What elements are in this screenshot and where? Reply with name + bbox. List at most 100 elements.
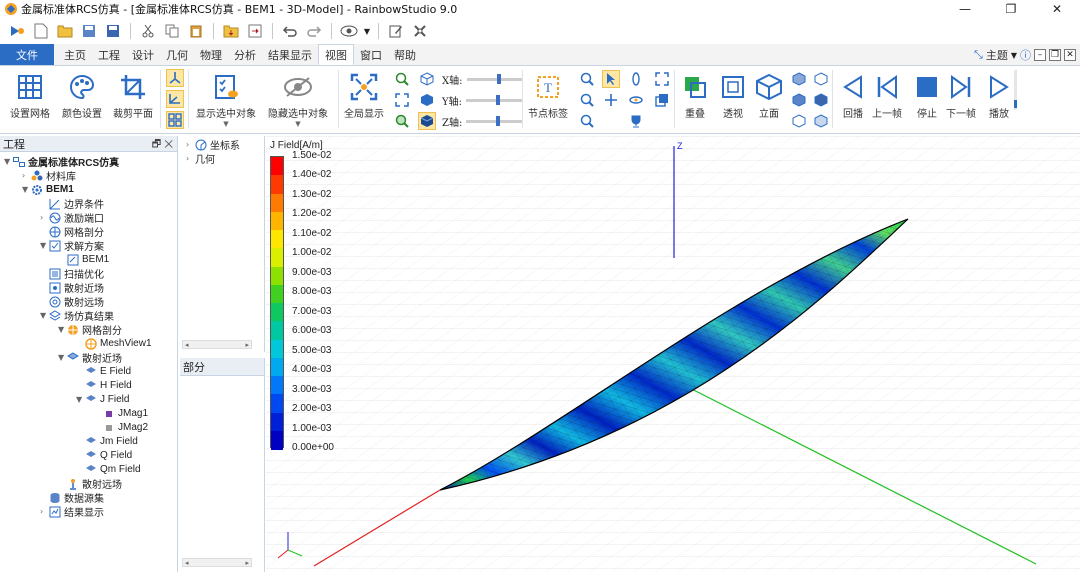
tree-node-q-field[interactable]: Q Field — [76, 449, 132, 462]
fullscreen-icon[interactable] — [653, 70, 671, 88]
copy-icon[interactable] — [161, 20, 183, 42]
solid-cube-icon[interactable] — [418, 91, 436, 109]
tree-node-meshview1[interactable]: MeshView1 — [76, 337, 152, 350]
close-button[interactable]: ✕ — [1034, 0, 1080, 18]
tree-node-jmag1[interactable]: JMag1 — [94, 407, 148, 420]
tab-project[interactable]: 工程 — [92, 44, 126, 65]
theme-dropdown-icon[interactable]: ▼ — [1011, 51, 1017, 60]
tree-node-e-field[interactable]: E Field — [76, 365, 131, 378]
3d-viewport[interactable]: Z J Field[A/m] 1.50e-02 1.40e-02 1.30e-02 1… — [266, 136, 1080, 572]
pan-icon[interactable] — [602, 91, 620, 109]
playback-button[interactable]: 回播 — [838, 72, 868, 120]
tree-node-bem1-sub[interactable]: BEM1 — [58, 253, 109, 266]
cut-icon[interactable] — [137, 20, 159, 42]
select-pointer-icon[interactable] — [602, 70, 620, 88]
stop-button[interactable]: 停止 — [912, 72, 942, 120]
y-axis-slider[interactable] — [465, 95, 522, 105]
find-face-icon[interactable] — [578, 112, 596, 130]
tree-node-scatter-near[interactable]: 散射近场 — [40, 281, 104, 295]
theme-label[interactable]: 主题 — [986, 47, 1008, 63]
settings-icon[interactable] — [409, 20, 431, 42]
quad-view-icon[interactable] — [166, 111, 184, 129]
ribbon-scrollbar[interactable] — [1014, 70, 1017, 110]
export-icon[interactable] — [244, 20, 266, 42]
tree-node-qm-field[interactable]: Qm Field — [76, 463, 141, 476]
fit-all-button[interactable]: 全局显示 — [344, 72, 384, 120]
tree-node-mesh-result[interactable]: ▼ 网格剖分 — [58, 323, 122, 337]
tree-node-scatter-far[interactable]: 散射远场 — [40, 295, 104, 309]
find-edge-icon[interactable] — [578, 91, 596, 109]
tree-node-results-display[interactable]: › 结果显示 — [40, 505, 104, 519]
scene-canvas[interactable]: Z — [266, 136, 1080, 572]
close-doc-button[interactable]: ✕ — [1064, 49, 1076, 61]
info-icon[interactable]: ⓘ — [1020, 47, 1031, 63]
restore-button[interactable]: ❐ — [988, 0, 1034, 18]
tab-window[interactable]: 窗口 — [354, 44, 388, 65]
play-button[interactable]: 播放 — [984, 72, 1014, 120]
tree-node-material-lib[interactable]: › 材料库 — [22, 169, 76, 183]
tab-home[interactable]: 主页 — [58, 44, 92, 65]
tree-node-j-field[interactable]: ▼ J Field — [76, 393, 129, 406]
edit-icon[interactable] — [385, 20, 407, 42]
tab-design[interactable]: 设计 — [126, 44, 160, 65]
wireframe-cube-icon[interactable] — [418, 70, 436, 88]
tab-physics[interactable]: 物理 — [194, 44, 228, 65]
min-doc-button[interactable]: – — [1034, 49, 1046, 61]
tree-node-h-field[interactable]: H Field — [76, 379, 132, 392]
part-panel-scrollbar[interactable]: ◂ ▸ — [182, 558, 252, 567]
paste-icon[interactable] — [185, 20, 207, 42]
tree-node-field-results[interactable]: ▼ 场仿真结果 — [40, 309, 114, 323]
overlap-button[interactable]: 重叠 — [680, 72, 710, 120]
clip-plane-button[interactable]: 裁剪平面 — [113, 72, 153, 120]
z-axis-slider[interactable] — [466, 116, 523, 126]
save-all-icon[interactable] — [102, 20, 124, 42]
rotate-icon[interactable] — [627, 70, 645, 88]
view-right-icon[interactable] — [812, 70, 830, 88]
view-left-icon[interactable] — [790, 112, 808, 130]
trophy-icon[interactable] — [627, 112, 645, 130]
redo-icon[interactable] — [303, 20, 325, 42]
view-icon[interactable] — [338, 20, 360, 42]
tree-node-coordinate-system[interactable]: › 坐标系 — [186, 138, 240, 152]
collapse-ribbon-icon[interactable]: ⤡ — [974, 48, 983, 62]
tab-file[interactable]: 文件 — [0, 44, 54, 65]
find-node-icon[interactable] — [578, 70, 596, 88]
tab-help[interactable]: 帮助 — [388, 44, 422, 65]
tree-node-excitation[interactable]: › 激励端口 — [40, 211, 104, 225]
tree-node-near-field[interactable]: ▼ 散射近场 — [58, 351, 122, 365]
tab-view[interactable]: 视图 — [318, 44, 354, 65]
perspective-button[interactable]: 透视 — [718, 72, 748, 120]
x-axis-slider[interactable] — [466, 74, 523, 84]
tab-geometry[interactable]: 几何 — [160, 44, 194, 65]
elevation-button[interactable]: 立面 — [754, 72, 784, 120]
color-settings-button[interactable]: 颜色设置 — [62, 72, 102, 120]
shaded-cube-icon[interactable] — [418, 112, 436, 130]
tree-node-jmag2[interactable]: JMag2 — [94, 421, 148, 434]
coord-panel-scrollbar[interactable]: ◂ ▸ — [182, 340, 252, 349]
tree-node-far-field[interactable]: 散射远场 — [58, 477, 122, 491]
tree-node-boundary[interactable]: 边界条件 — [40, 197, 104, 211]
panel-pin-close-icon[interactable]: 🗗 ✕ — [152, 137, 173, 154]
dropdown-arrow-icon[interactable]: ▼ — [362, 20, 372, 42]
zoom-window-icon[interactable] — [393, 70, 411, 88]
tree-node-geometry[interactable]: › 几何 — [186, 152, 215, 166]
new-file-icon[interactable] — [30, 20, 52, 42]
restore-doc-button[interactable]: ❐ — [1049, 49, 1061, 61]
next-frame-button[interactable]: 下一帧 — [946, 72, 976, 120]
prev-frame-button[interactable]: 上一帧 — [872, 72, 902, 120]
zoom-icon[interactable] — [393, 112, 411, 130]
mesh-settings-button[interactable]: 设置网格 — [10, 72, 50, 120]
open-folder-icon[interactable] — [54, 20, 76, 42]
hide-selected-button[interactable]: 隐藏选中对象 ▼ — [268, 72, 328, 128]
tab-analysis[interactable]: 分析 — [228, 44, 262, 65]
view-bottom-icon[interactable] — [812, 112, 830, 130]
tree-node-solve-plan[interactable]: ▼ 求解方案 — [40, 239, 104, 253]
window-stack-icon[interactable] — [653, 91, 671, 109]
undo-icon[interactable] — [279, 20, 301, 42]
show-selected-button[interactable]: 显示选中对象 ▼ — [196, 72, 256, 128]
tree-node-root[interactable]: ▼ 金属标准体RCS仿真 — [4, 155, 119, 169]
minimize-button[interactable]: — — [942, 0, 988, 18]
view-front-icon[interactable] — [790, 70, 808, 88]
rotate-axis-icon[interactable] — [627, 91, 645, 109]
view-top-icon[interactable] — [812, 91, 830, 109]
